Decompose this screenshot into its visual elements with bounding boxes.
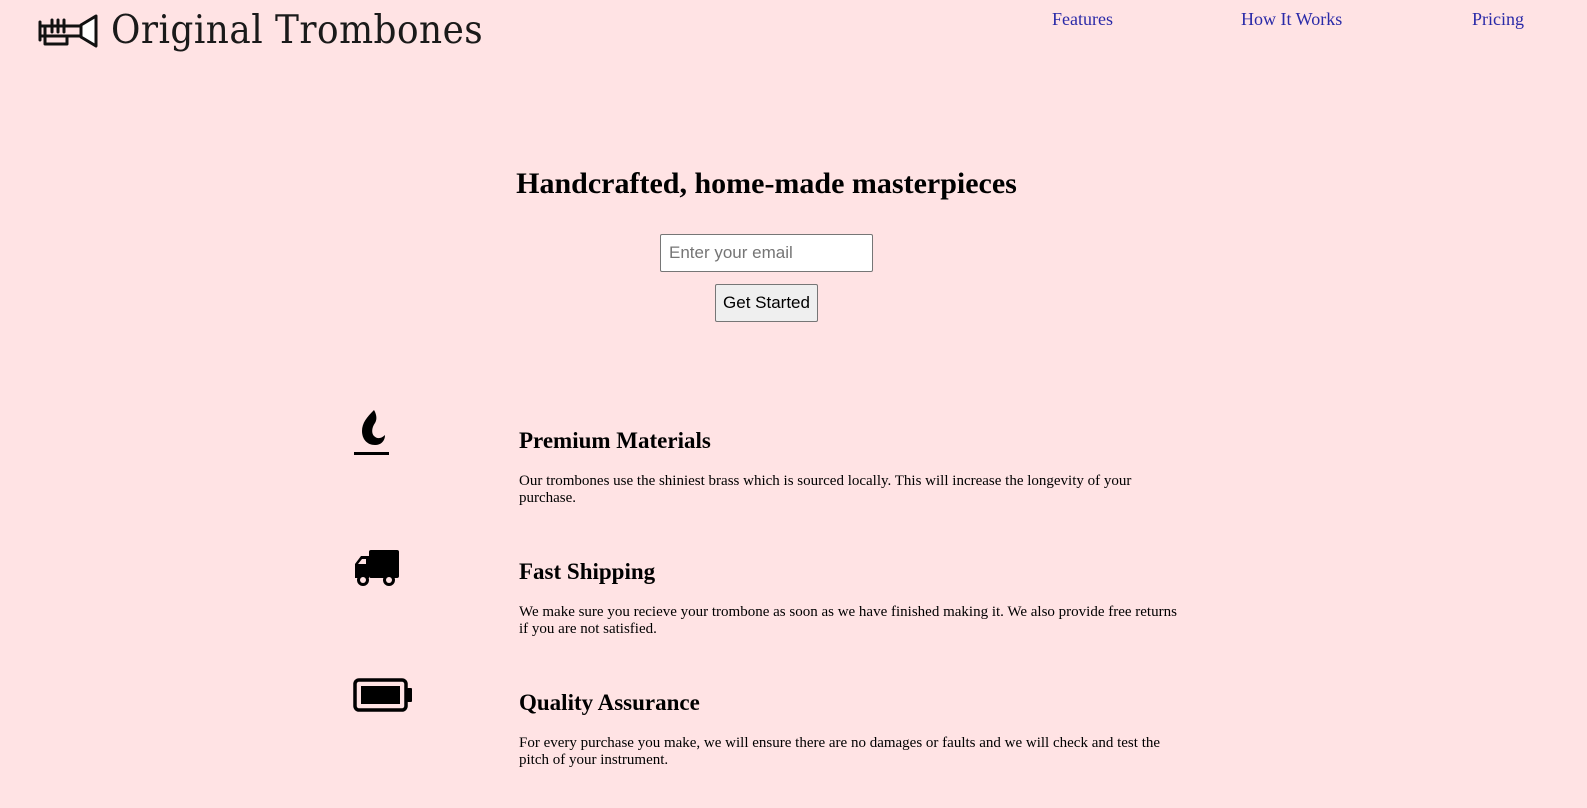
site-header: Original Trombones Features How It Works… (0, 0, 1587, 60)
feature-description: For every purchase you make, we will ens… (519, 735, 1161, 768)
feature-fast-shipping: Fast Shipping We make sure you recieve y… (0, 531, 1587, 661)
main-nav: Features How It Works Pricing (0, 9, 1587, 31)
feature-description: Our trombones use the shiniest brass whi… (519, 473, 1132, 506)
feature-description: We make sure you recieve your trombone a… (519, 604, 1177, 637)
feature-quality-assurance: Quality Assurance For every purchase you… (0, 662, 1587, 792)
nav-link-how-it-works[interactable]: How It Works (1241, 9, 1342, 30)
battery-full-icon (353, 678, 413, 719)
email-input[interactable] (660, 234, 873, 272)
truck-icon (353, 548, 401, 593)
nav-link-pricing[interactable]: Pricing (1472, 9, 1524, 30)
feature-title: Premium Materials (519, 428, 711, 453)
fire-icon (353, 409, 391, 462)
feature-title: Quality Assurance (519, 690, 700, 715)
get-started-button[interactable]: Get Started (715, 284, 818, 322)
nav-link-features[interactable]: Features (1052, 9, 1113, 30)
hero-title: Handcrafted, home-made masterpieces (516, 167, 1017, 200)
feature-title: Fast Shipping (519, 559, 656, 584)
feature-premium-materials: Premium Materials Our trombones use the … (0, 400, 1587, 530)
